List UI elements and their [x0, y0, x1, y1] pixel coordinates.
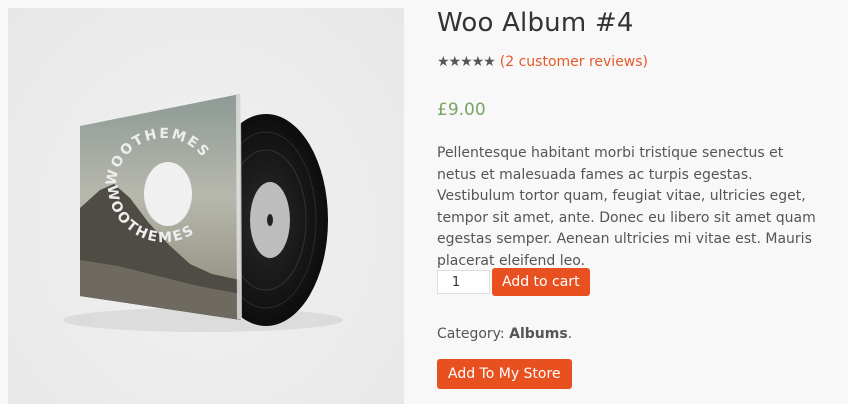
product-price: £9.00	[437, 100, 486, 120]
category-label: Category:	[437, 326, 510, 342]
add-to-cart-button[interactable]: Add to cart	[492, 268, 590, 296]
product-image[interactable]: WOOTHEMES WOOTHEMES	[8, 8, 404, 404]
product-description: Pellentesque habitant morbi tristique se…	[437, 145, 816, 269]
product-rating: ★★★★★ (2 customer reviews)	[437, 54, 648, 70]
quantity-input[interactable]	[437, 270, 490, 294]
reviews-link[interactable]: (2 customer reviews)	[500, 54, 648, 70]
album-sleeve: WOOTHEMES WOOTHEMES	[80, 94, 242, 320]
album-artwork: WOOTHEMES WOOTHEMES	[63, 94, 343, 332]
add-to-my-store-button[interactable]: Add To My Store	[437, 359, 572, 389]
add-to-cart-form: Add to cart	[437, 268, 590, 296]
star-rating-icon: ★★★★★	[437, 54, 496, 70]
product-meta: Category: Albums.	[437, 326, 572, 342]
category-suffix: .	[567, 326, 573, 342]
product-title: Woo Album #4	[437, 8, 634, 38]
category-link[interactable]: Albums	[509, 326, 568, 342]
